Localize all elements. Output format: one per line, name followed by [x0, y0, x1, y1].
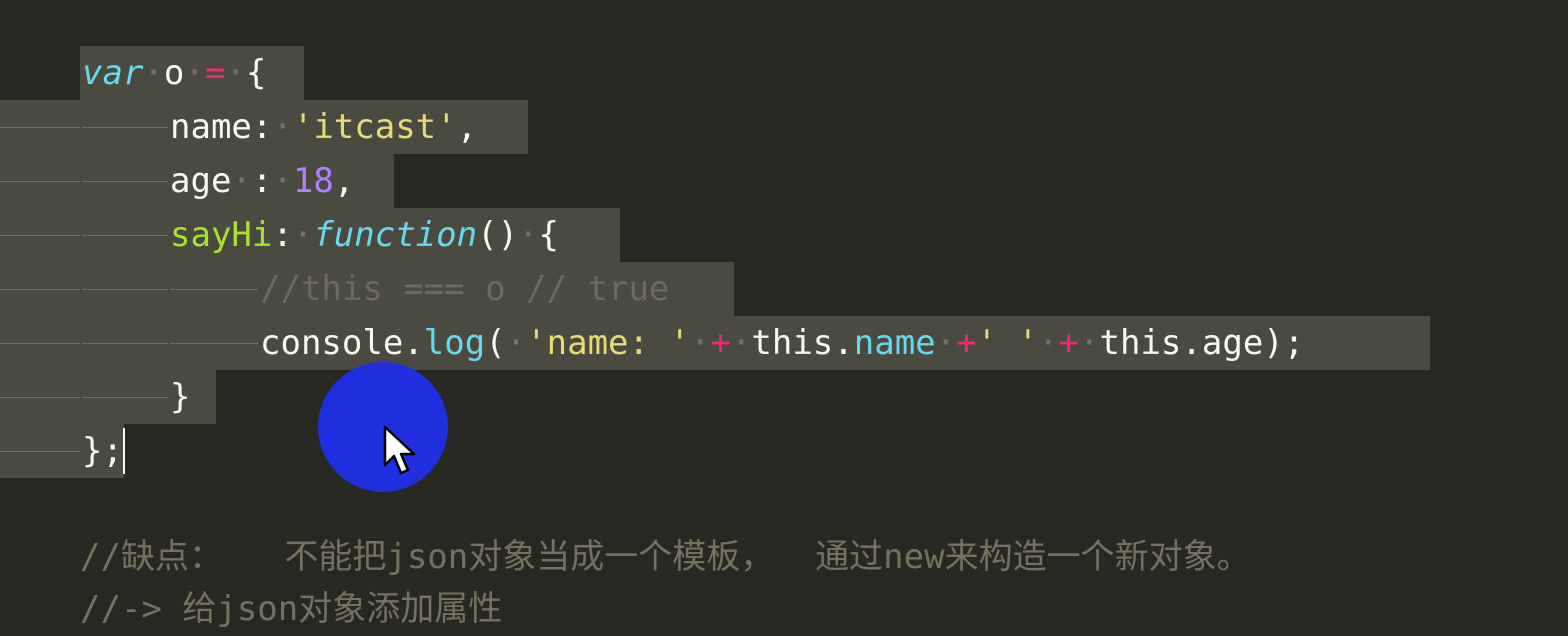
- close-paren: );: [1263, 323, 1305, 363]
- string-itcast: 'itcast': [292, 107, 457, 147]
- key-name: name:: [170, 107, 273, 147]
- code-line-2[interactable]: name:·'itcast',: [0, 100, 1568, 154]
- open-brace: {: [538, 215, 560, 255]
- indent-guide: [0, 451, 80, 452]
- comment-line-1[interactable]: //缺点： 不能把json对象当成一个模板， 通过new来构造一个新对象。: [80, 532, 1251, 582]
- code-line-4[interactable]: sayHi:·function()·{: [0, 208, 1568, 262]
- console-object: console: [260, 323, 404, 363]
- code-line-6[interactable]: console.log(·'name: '·+·this.name·+' '·+…: [0, 316, 1568, 370]
- indent-guide: [82, 181, 168, 182]
- indent-guide: [82, 235, 168, 236]
- close-brace: }: [170, 377, 191, 417]
- colon: :: [251, 161, 273, 201]
- indent-guide: [0, 127, 80, 128]
- inline-comment: //this === o // true: [260, 269, 670, 309]
- mouse-pointer-icon: [383, 425, 416, 475]
- key-age: age: [170, 161, 232, 201]
- string-space: ' ': [976, 323, 1039, 363]
- code-line-3[interactable]: age·:·18,: [0, 154, 1568, 208]
- indent-guide: [0, 289, 80, 290]
- string-name: 'name: ': [526, 323, 690, 363]
- indent-guide: [0, 343, 80, 344]
- plus-operator: +: [1058, 323, 1080, 363]
- colon: :: [272, 215, 293, 255]
- close-object: };: [82, 431, 123, 471]
- dot: .: [403, 323, 424, 363]
- code-line-5[interactable]: //this === o // true: [0, 262, 1568, 316]
- open-paren: (: [485, 323, 506, 363]
- key-sayhi: sayHi: [170, 215, 273, 255]
- code-line-8[interactable]: };: [0, 424, 1568, 478]
- indent-guide: [0, 397, 80, 398]
- number-18: 18: [292, 161, 334, 201]
- parens: (): [477, 215, 519, 255]
- indent-guide: [82, 289, 168, 290]
- indent-guide: [170, 343, 258, 344]
- text-caret: [123, 428, 125, 474]
- indent-guide: [82, 397, 168, 398]
- variable-o: o: [163, 53, 185, 93]
- indent-guide: [82, 127, 168, 128]
- name-property: name: [853, 323, 936, 363]
- var-keyword: var: [82, 53, 144, 93]
- open-brace: {: [245, 53, 267, 93]
- code-line-7[interactable]: }: [0, 370, 1568, 424]
- indent-guide: [0, 235, 80, 236]
- comment-line-2[interactable]: //-> 给json对象添加属性: [80, 584, 502, 634]
- indent-guide: [170, 289, 258, 290]
- age-property: age: [1201, 323, 1264, 363]
- comma: ,: [456, 107, 478, 147]
- comma: ,: [333, 161, 355, 201]
- assign-operator: =: [204, 53, 226, 93]
- plus-operator: +: [710, 323, 731, 363]
- log-method: log: [423, 323, 486, 363]
- this-keyword: this: [751, 323, 834, 363]
- plus-operator: +: [956, 323, 977, 363]
- function-keyword: function: [313, 215, 478, 255]
- indent-guide: [0, 181, 80, 182]
- this-keyword: this: [1099, 323, 1182, 363]
- code-editor[interactable]: var·o·=·{ name:·'itcast', age·:·18, sayH…: [0, 0, 1568, 636]
- indent-guide: [82, 343, 168, 344]
- code-line-1[interactable]: var·o·=·{: [0, 46, 1568, 100]
